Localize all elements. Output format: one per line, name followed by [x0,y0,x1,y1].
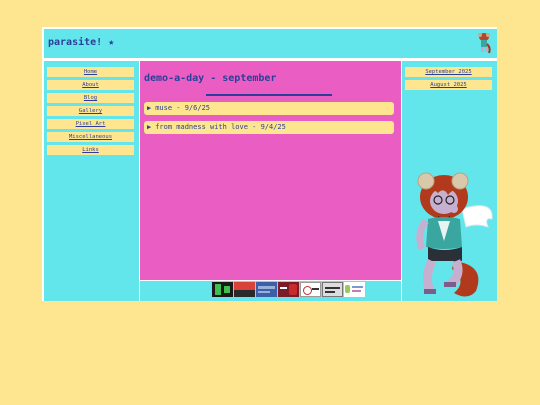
avatar-icon [478,33,491,54]
site-header: parasite! ★ [44,29,497,58]
entry-item[interactable]: ▶ muse - 9/6/25 [144,102,394,115]
footer [140,281,401,301]
site-title[interactable]: parasite! ★ [48,37,114,48]
page-title: demo-a-day - september [144,73,277,84]
entry-label: muse - 9/6/25 [155,104,211,112]
nav-item-links[interactable]: Links [47,145,134,155]
calendar-badge[interactable] [234,282,255,297]
mascot-illustration [416,172,493,297]
main-content: demo-a-day - september ▶ muse - 9/6/25 ▶ f… [140,61,401,280]
web-badge[interactable] [256,282,277,297]
nav-item-gallery[interactable]: Gallery [47,106,134,116]
triangle-right-icon: ▶ [147,123,152,131]
nav-item-about[interactable]: About [47,80,134,90]
sidebar-archive: September 2025 August 2025 [402,61,497,301]
title-divider [206,94,332,96]
entry-item[interactable]: ▶ from madness with love - 9/4/25 [144,121,394,134]
web-badge[interactable] [212,282,233,297]
sidebar-nav: Home About Blog Gallery Pixel Art Miscel… [44,61,139,301]
archive-item-august-2025[interactable]: August 2025 [405,80,492,90]
nav-item-pixel-art[interactable]: Pixel Art [47,119,134,129]
web-badge[interactable] [322,282,343,297]
triangle-right-icon: ▶ [147,104,152,112]
badge-row [212,282,365,297]
nav-item-home[interactable]: Home [47,67,134,77]
archive-item-september-2025[interactable]: September 2025 [405,67,492,77]
entry-label: from madness with love - 9/4/25 [155,123,286,131]
page-frame: parasite! ★ Home About Blog Gallery Pixe… [42,27,497,301]
web-badge[interactable] [300,282,321,297]
web-badge[interactable] [344,282,365,297]
nav-item-blog[interactable]: Blog [47,93,134,103]
nav-item-miscellaneous[interactable]: Miscellaneous [47,132,134,142]
web-badge[interactable] [278,282,299,297]
